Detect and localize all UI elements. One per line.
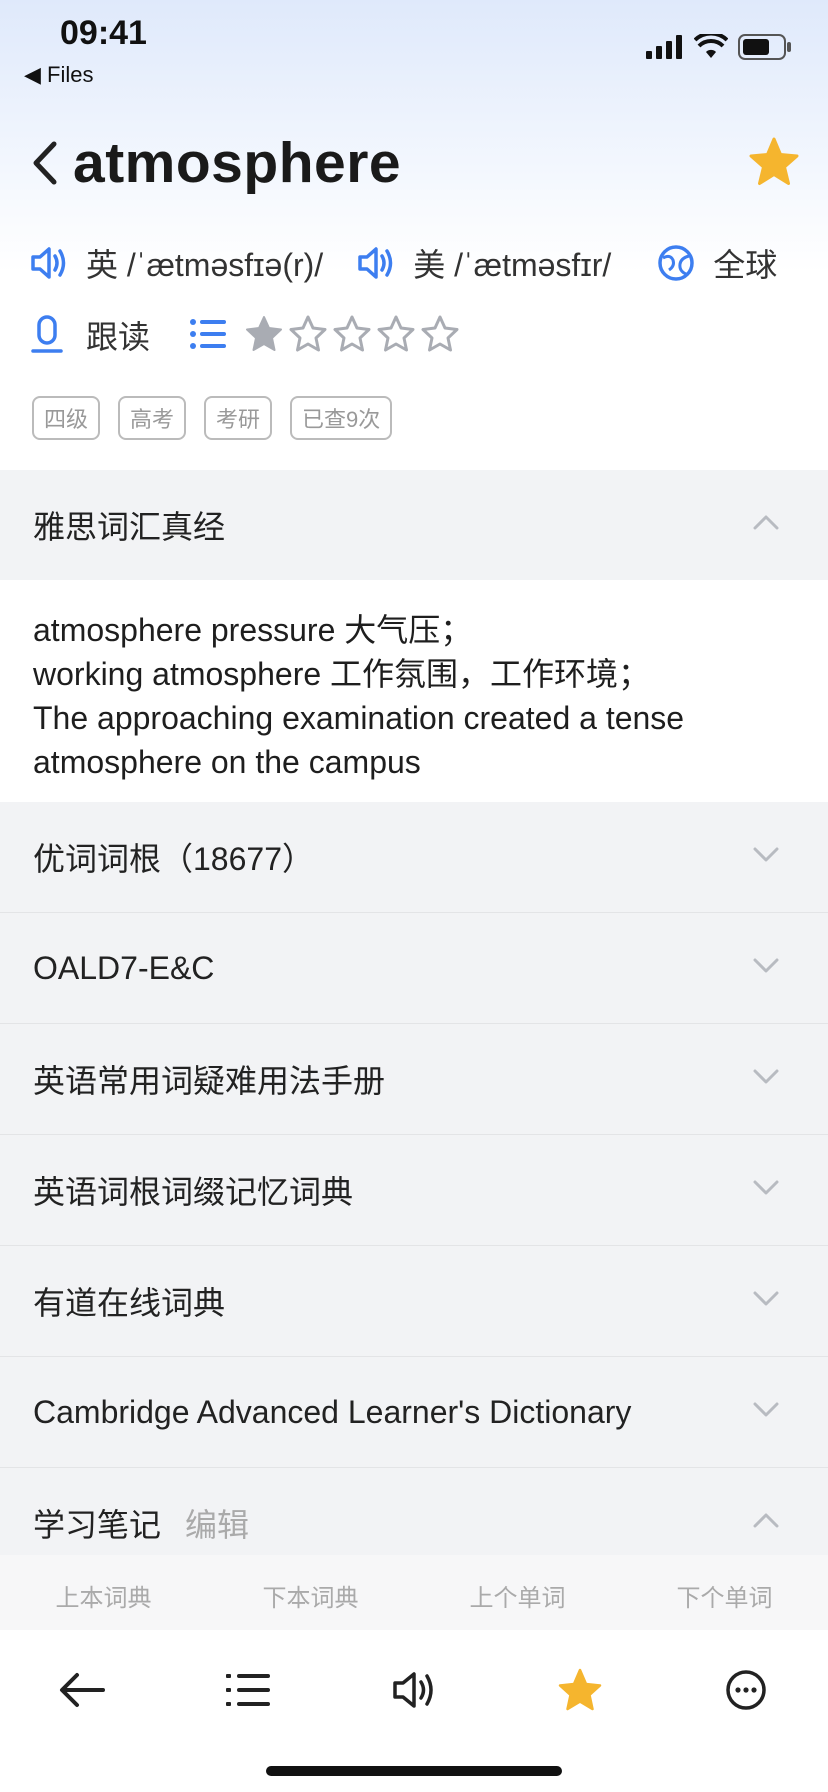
word-header: 09:41 ◀ Files atmosphere 英 /ˈætməsfɪə(r)… (0, 0, 828, 470)
next-dictionary-button[interactable]: 下本词典 (263, 1578, 359, 1613)
list-icon[interactable] (190, 318, 226, 350)
dictionary-nav-bar: 上本词典 下本词典 上个单词 下个单词 (0, 1555, 828, 1635)
chevron-down-icon[interactable] (752, 844, 780, 864)
chevron-down-icon[interactable] (752, 1288, 780, 1308)
follow-read-label: 跟读 (86, 319, 151, 355)
more-button[interactable] (716, 1660, 776, 1720)
home-indicator (266, 1766, 562, 1776)
star-empty-icon (421, 315, 459, 352)
wifi-icon (694, 34, 728, 58)
section-title: 英语常用词疑难用法手册 (33, 1063, 386, 1099)
list-icon (226, 1674, 270, 1706)
us-pronunciation[interactable]: 美 /ˈætməsfɪr/ (357, 240, 611, 286)
chevron-down-icon[interactable] (752, 1177, 780, 1197)
chevron-down-icon[interactable] (752, 1066, 780, 1086)
word-title: atmosphere (73, 131, 402, 195)
status-time: 09:41 (60, 14, 147, 52)
star-empty-icon (377, 315, 415, 352)
section-youci-header[interactable]: 优词词根（18677） (0, 802, 828, 913)
back-button[interactable] (52, 1660, 112, 1720)
battery-icon (738, 34, 791, 60)
pronunciation-row: 英 /ˈætməsfɪə(r)/ 美 /ˈætməsfɪr/ 全球 (30, 238, 777, 288)
section-ielts-content: atmosphere pressure 大气压； working atmosph… (0, 580, 828, 802)
definition-line: The approaching examination created a te… (33, 700, 685, 736)
section-title: 英语词根词缀记忆词典 (33, 1174, 354, 1210)
title-row: atmosphere (28, 128, 800, 200)
follow-read-button[interactable]: 跟读 (30, 312, 150, 358)
star-empty-icon (333, 315, 371, 352)
back-arrow-icon (60, 1673, 105, 1707)
chevron-down-icon[interactable] (752, 955, 780, 975)
star-filled-icon (246, 316, 282, 351)
chevron-down-icon[interactable] (752, 1399, 780, 1419)
section-cambridge-header[interactable]: Cambridge Advanced Learner's Dictionary (0, 1357, 828, 1468)
section-roots-header[interactable]: 英语词根词缀记忆词典 (0, 1135, 828, 1246)
back-chevron-icon[interactable] (28, 138, 62, 188)
chevron-up-icon[interactable] (752, 1510, 780, 1530)
section-title: 有道在线词典 (33, 1285, 226, 1321)
uk-pronunciation[interactable]: 英 /ˈætməsfɪə(r)/ (30, 240, 323, 286)
uk-phonetic: 英 /ˈætməsfɪə(r)/ (86, 247, 324, 283)
microphone-icon (31, 315, 63, 353)
speaker-icon (393, 1672, 433, 1708)
section-ielts-header[interactable]: 雅思词汇真经 (0, 470, 828, 581)
us-phonetic: 美 /ˈætməsfɪr/ (413, 247, 612, 283)
signal-icon (646, 35, 682, 59)
next-word-button[interactable]: 下个单词 (677, 1578, 773, 1613)
more-icon (726, 1670, 766, 1710)
tag-kaoyan: 考研 (204, 396, 273, 440)
favorite-button[interactable] (550, 1660, 610, 1720)
global-pronunciation[interactable]: 全球 (657, 240, 777, 286)
chevron-up-icon[interactable] (752, 512, 780, 532)
section-title: 学习笔记 (33, 1507, 162, 1543)
prev-word-button[interactable]: 上个单词 (470, 1578, 566, 1613)
star-empty-icon (289, 315, 327, 352)
edit-notes-button[interactable]: 编辑 (185, 1500, 249, 1546)
speak-button[interactable] (384, 1660, 444, 1720)
global-label: 全球 (713, 247, 778, 283)
section-title: OALD7-E&C (33, 949, 215, 986)
tag-gaokao: 高考 (118, 396, 187, 440)
section-title: 雅思词汇真经 (33, 509, 226, 545)
section-title: Cambridge Advanced Learner's Dictionary (33, 1393, 632, 1430)
section-youdao-header[interactable]: 有道在线词典 (0, 1246, 828, 1357)
section-handbook-header[interactable]: 英语常用词疑难用法手册 (0, 1024, 828, 1135)
globe-icon[interactable] (657, 244, 695, 282)
section-title: 优词词根（18677） (33, 841, 314, 877)
definition-line: atmosphere pressure 大气压； (33, 612, 473, 648)
tag-cet4: 四级 (32, 396, 101, 440)
list-button[interactable] (218, 1660, 278, 1720)
prev-dictionary-button[interactable]: 上本词典 (56, 1578, 152, 1613)
back-to-files[interactable]: ◀ Files (24, 62, 93, 88)
star-icon (558, 1668, 602, 1711)
definition-line: working atmosphere 工作氛围，工作环境； (33, 656, 651, 692)
speaker-uk-icon[interactable] (30, 245, 68, 281)
frequency-rating (190, 314, 460, 354)
tag-lookup-count: 已查9次 (290, 396, 393, 440)
word-tags: 四级 高考 考研 已查9次 (32, 396, 393, 440)
speaker-us-icon[interactable] (357, 245, 395, 281)
favorite-star-icon[interactable] (748, 136, 800, 188)
definition-line: atmosphere on the campus (33, 744, 421, 780)
status-icons (646, 34, 792, 60)
section-oald-header[interactable]: OALD7-E&C (0, 913, 828, 1024)
